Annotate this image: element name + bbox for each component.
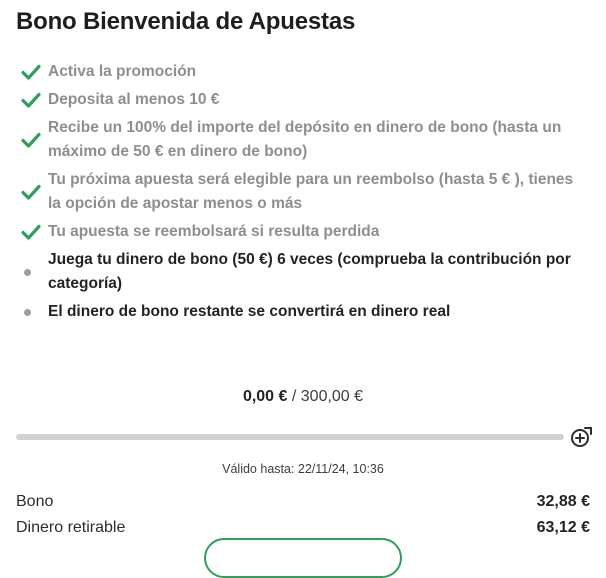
bono-value: 32,88 € [536,493,590,510]
progress-separator: / [287,388,301,405]
step-item-activate: Activa la promoción [20,60,580,84]
withdrawable-value: 63,12 € [536,519,590,536]
step-text: Activa la promoción [48,63,197,80]
bullet-dot-icon [20,303,42,321]
add-button[interactable] [570,426,592,448]
step-item-refund-eligible: Tu próxima apuesta será elegible para un… [20,168,580,216]
step-item-deposit: Deposita al menos 10 € [20,88,580,112]
step-item-wager: Juega tu dinero de bono (50 €) 6 veces (… [20,248,580,296]
step-item-receive-bonus: Recibe un 100% del importe del depósito … [20,116,580,164]
check-icon [20,63,42,81]
bottom-action-button[interactable] [204,538,402,578]
step-item-convert: El dinero de bono restante se convertirá… [20,300,580,324]
plus-circle-icon [571,427,592,447]
bono-label: Bono [16,493,54,510]
step-text: Juega tu dinero de bono (50 €) 6 veces (… [48,251,571,292]
step-item-refund-if-lost: Tu apuesta se reembolsará si resulta per… [20,220,580,244]
step-text: Tu apuesta se reembolsará si resulta per… [48,223,380,240]
bullet-dot-icon [20,263,42,281]
page-title: Bono Bienvenida de Apuestas [16,8,356,35]
step-text: Deposita al menos 10 € [48,91,220,108]
step-text: Recibe un 100% del importe del depósito … [48,119,562,160]
step-text: Tu próxima apuesta será elegible para un… [48,171,574,212]
withdrawable-label: Dinero retirable [16,519,126,536]
step-text: El dinero de bono restante se convertirá… [48,303,451,320]
withdrawable-balance-row: Dinero retirable 63,12 € [16,519,590,537]
progress-current: 0,00 € [242,388,288,405]
promotion-steps-list: Activa la promoción Deposita al menos 10… [20,60,580,324]
check-icon [20,131,42,149]
bono-balance-row: Bono 32,88 € [16,493,590,511]
check-icon [20,183,42,201]
check-icon [20,91,42,109]
valid-until: Válido hasta: 22/11/24, 10:36 [222,462,384,476]
wagering-progress-bar [16,434,564,440]
wagering-progress-label: 0,00 € / 300,00 € [0,388,606,406]
check-icon [20,223,42,241]
progress-target: 300,00 € [300,388,364,405]
